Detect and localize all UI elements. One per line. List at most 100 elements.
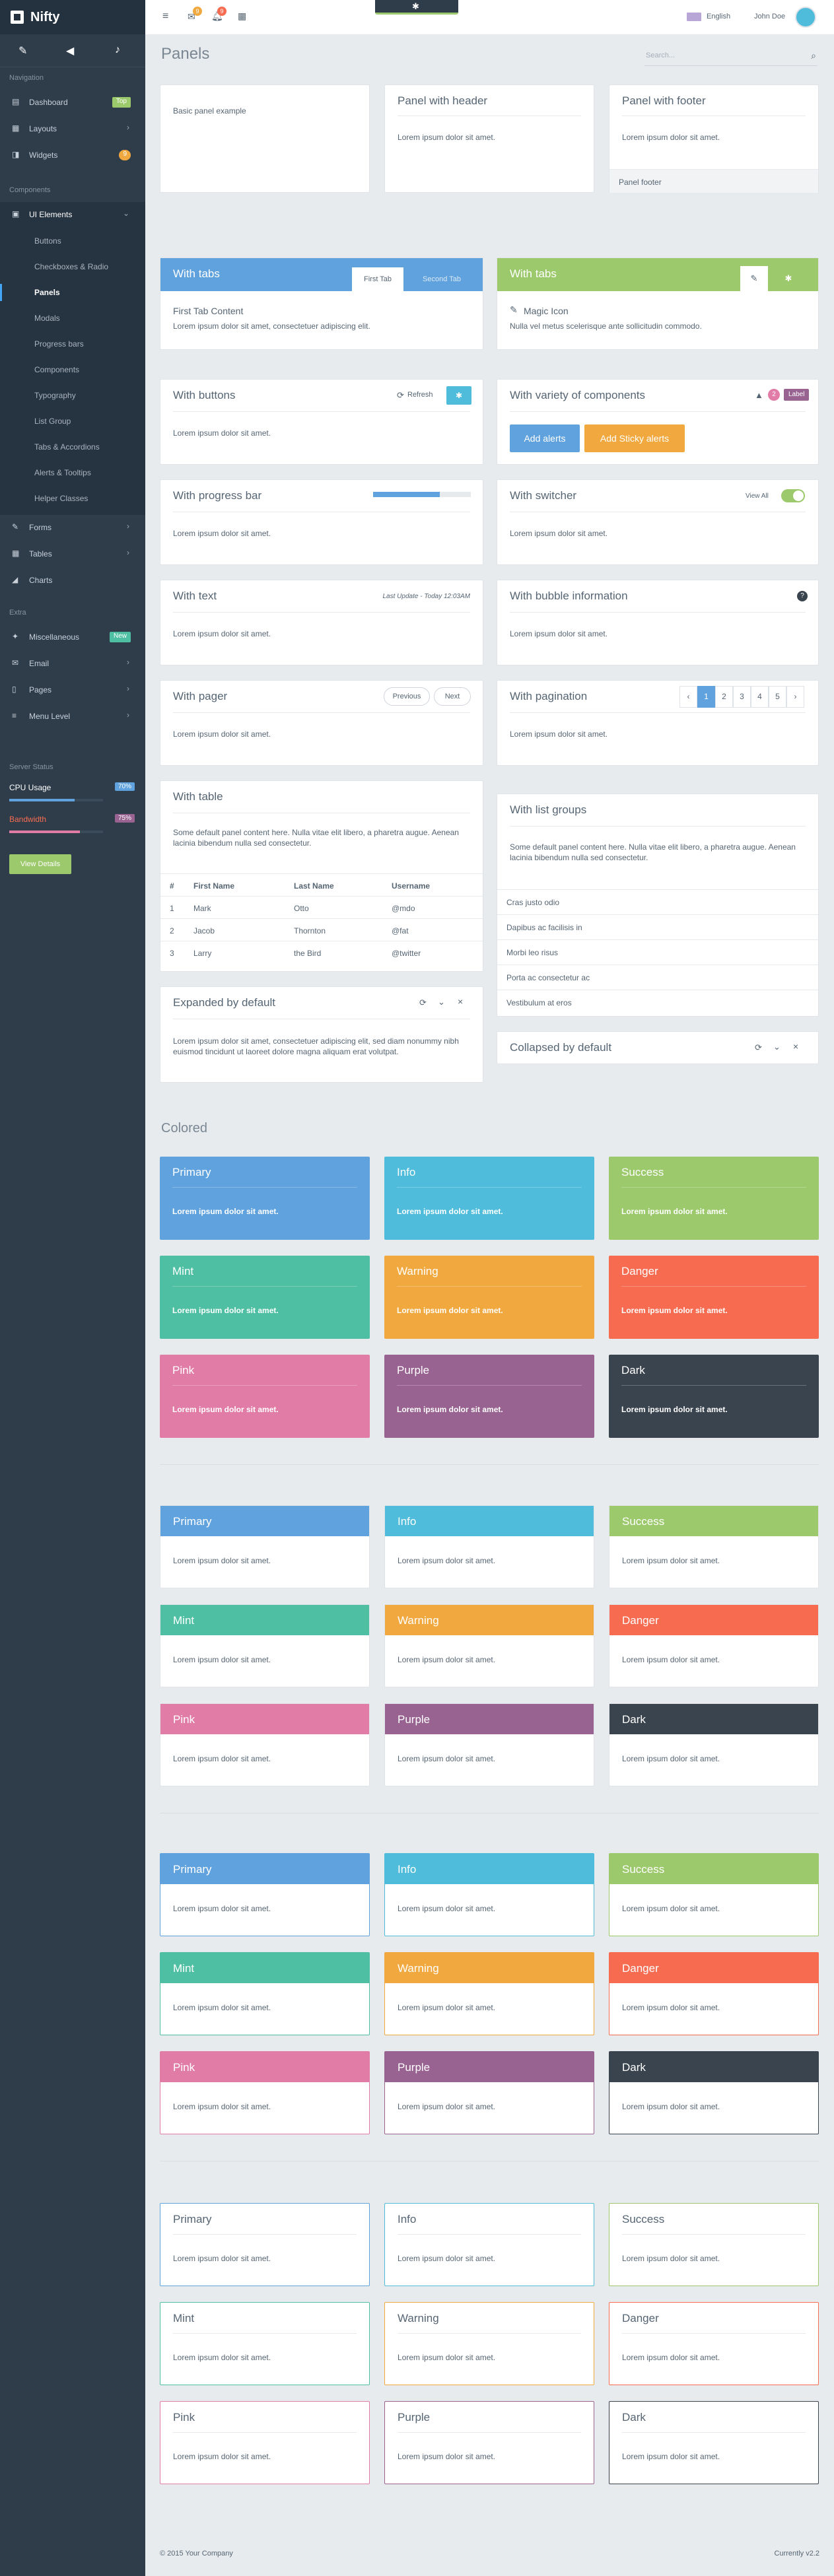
chevron-down-icon[interactable]: ⌄ (438, 997, 445, 1007)
question-icon[interactable]: ? (797, 591, 808, 601)
panel-title: Success (622, 2213, 665, 2225)
sidebar-subitem-list-group[interactable]: List Group (0, 409, 145, 434)
colored-full-primary-panel: Primary Lorem ipsum dolor sit amet. (160, 1157, 370, 1240)
sidebar-subitem-typography[interactable]: Typography (0, 383, 145, 408)
sidebar-item-pages[interactable]: ▯ Pages › (0, 677, 145, 702)
divider (172, 1187, 357, 1188)
sidebar-subitem-panels[interactable]: Panels (0, 280, 145, 305)
previous-button[interactable]: Previous (384, 687, 430, 706)
panel-with-switcher: With switcher View All Lorem ipsum dolor… (497, 479, 819, 565)
sidebar-subitem-buttons[interactable]: Buttons (0, 228, 145, 254)
panel-title: Danger (622, 1614, 659, 1627)
next-button[interactable]: Next (434, 687, 471, 706)
panel-title: With list groups (510, 803, 587, 816)
sidebar-item-email[interactable]: ✉ Email › (0, 651, 145, 676)
refresh-button[interactable]: Refresh (407, 391, 433, 399)
pagination-page-4[interactable]: 4 (751, 686, 769, 708)
close-icon[interactable]: × (793, 1041, 798, 1052)
user-name[interactable]: John Doe (754, 13, 785, 20)
pencil-tab-icon[interactable]: ✎ (740, 266, 768, 291)
sidebar-item-widgets[interactable]: ◨ Widgets 9 (0, 143, 145, 168)
sidebar-item-layouts[interactable]: ▦ Layouts › (0, 116, 145, 141)
toggle-switch[interactable] (781, 489, 805, 502)
bell-icon[interactable]: ♪ (115, 44, 120, 56)
tab-second[interactable]: Second Tab (406, 267, 477, 291)
panel-title: Purple (398, 2411, 431, 2423)
sidebar-item-miscellaneous[interactable]: ✦ Miscellaneous New (0, 625, 145, 650)
colored-bordered-dark-panel: Dark Lorem ipsum dolor sit amet. (609, 2051, 819, 2134)
footer-text: Panel footer (619, 178, 662, 187)
colored-outline-success-panel: Success Lorem ipsum dolor sit amet. (609, 2203, 819, 2286)
panel-title: Mint (172, 1265, 194, 1277)
refresh-icon[interactable]: ⟳ (419, 998, 427, 1008)
search-box[interactable]: Search... ⌕ (644, 49, 817, 66)
panel-with-text: With text Last Update - Today 12:03AM Lo… (160, 580, 483, 665)
tab-first[interactable]: First Tab (352, 267, 403, 291)
pagination-page-3[interactable]: 3 (733, 686, 751, 708)
panel-title: Mint (173, 1614, 195, 1627)
avatar[interactable] (795, 7, 816, 28)
panel-title: With pager (173, 690, 228, 702)
brand[interactable]: Nifty (0, 0, 145, 34)
thumbs-up-icon[interactable]: ▲ (755, 390, 763, 400)
sidebar-subitem-label: Panels (34, 288, 60, 297)
progress-track (373, 492, 471, 497)
panel-text: Lorem ipsum dolor sit amet. (397, 1405, 503, 1414)
pagination-page-5[interactable]: 5 (769, 686, 786, 708)
list-item[interactable]: Dapibus ac facilisis in (497, 914, 818, 939)
colored-header-warning-panel: Warning Lorem ipsum dolor sit amet. (384, 1604, 594, 1687)
sidebar-subitem-helper-classes[interactable]: Helper Classes (0, 486, 145, 511)
sidebar-item-label: Tables (29, 549, 52, 559)
sidebar-subitem-components[interactable]: Components (0, 357, 145, 382)
list-item[interactable]: Porta ac consectetur ac (497, 965, 818, 990)
panel-title: Success (622, 1863, 665, 1876)
sidebar-subitem-tabs[interactable]: Tabs & Accordions (0, 434, 145, 459)
sidebar-subitem-progress-bars[interactable]: Progress bars (0, 331, 145, 356)
list-item[interactable]: Vestibulum at eros (497, 990, 818, 1015)
panel-with-list-groups: With list groups Some default panel cont… (497, 794, 819, 1017)
widget-icon: ◨ (12, 150, 20, 159)
panel-title: Dark (622, 2061, 646, 2074)
panel-text: Lorem ipsum dolor sit amet. (172, 1207, 279, 1216)
gear-tab-icon[interactable]: ✱ (775, 266, 802, 291)
panel-text: Lorem ipsum dolor sit amet. (622, 133, 720, 142)
settings-button[interactable]: ✱ (446, 386, 471, 405)
sidebar-item-forms[interactable]: ✎ Forms › (0, 515, 145, 540)
language-selector[interactable]: English (707, 13, 730, 20)
grid-icon[interactable]: ▦ (238, 11, 246, 22)
panel-title: Danger (621, 1265, 658, 1277)
sidebar-subitem-alerts[interactable]: Alerts & Tooltips (0, 460, 145, 485)
sidebar-subitem-label: Progress bars (34, 339, 84, 349)
pencil-icon[interactable]: ✎ (18, 44, 27, 57)
add-sticky-alerts-button[interactable]: Add Sticky alerts (584, 424, 685, 452)
pagination-prev[interactable]: ‹ (679, 686, 697, 708)
panel-text: Lorem ipsum dolor sit amet. (398, 1904, 496, 1913)
sidebar-subitem-checkboxes[interactable]: Checkboxes & Radio (0, 254, 145, 279)
settings-tab[interactable]: ✱ (375, 0, 458, 15)
panel-text: Lorem ipsum dolor sit amet, consectetuer… (173, 1036, 459, 1056)
sidebar-item-menu-level[interactable]: ≡ Menu Level › (0, 704, 145, 729)
pagination-page-2[interactable]: 2 (715, 686, 733, 708)
chevron-down-icon[interactable]: ⌄ (773, 1042, 781, 1052)
view-details-button[interactable]: View Details (9, 854, 71, 874)
add-alerts-button[interactable]: Add alerts (510, 424, 580, 452)
panel-title: Pink (173, 2061, 195, 2074)
panel-title: Panel with footer (622, 94, 706, 107)
menu-toggle-icon[interactable]: ≡ (162, 11, 168, 22)
page-title: Panels (161, 45, 210, 63)
pagination-page-1[interactable]: 1 (697, 686, 715, 708)
search-icon[interactable]: ⌕ (811, 50, 816, 61)
pagination-next[interactable]: › (786, 686, 804, 708)
refresh-icon[interactable]: ⟳ (755, 1042, 762, 1053)
close-icon[interactable]: × (458, 996, 463, 1007)
search-input[interactable]: Search... (646, 51, 675, 59)
panel-expanded: Expanded by default ⟳ ⌄ × Lorem ipsum do… (160, 986, 483, 1083)
sidebar-item-charts[interactable]: ◢ Charts (0, 568, 145, 593)
megaphone-icon[interactable]: ◀ (66, 44, 74, 57)
sidebar-item-ui-elements[interactable]: ▣ UI Elements ⌄ (0, 202, 145, 227)
sidebar-subitem-modals[interactable]: Modals (0, 306, 145, 331)
sidebar-item-tables[interactable]: ▦ Tables › (0, 541, 145, 566)
list-item[interactable]: Cras justo odio (497, 889, 818, 914)
sidebar-item-dashboard[interactable]: ▤ Dashboard Top (0, 90, 145, 115)
list-item[interactable]: Morbi leo risus (497, 939, 818, 965)
